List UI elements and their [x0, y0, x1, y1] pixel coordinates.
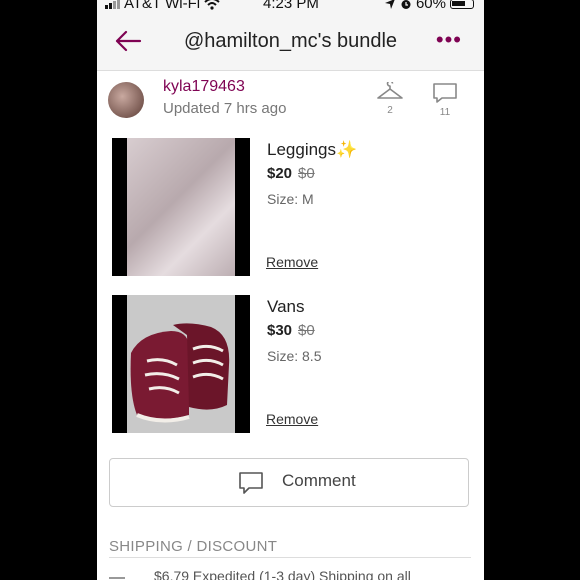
comment-button[interactable]: Comment	[109, 458, 469, 507]
alarm-icon	[401, 0, 411, 9]
nav-header: @hamilton_mc's bundle •••	[97, 14, 484, 71]
page-title: @hamilton_mc's bundle	[183, 30, 398, 52]
sneakers-illustration	[130, 323, 230, 423]
divider	[109, 557, 471, 558]
remove-button[interactable]: Remove	[266, 411, 318, 427]
battery-icon	[450, 0, 474, 9]
more-options-icon[interactable]: •••	[436, 29, 462, 51]
battery-percent: 60%	[415, 0, 446, 12]
comments-stat[interactable]: 11	[431, 82, 459, 118]
comments-count: 11	[439, 107, 451, 118]
shipping-option-icon[interactable]	[109, 577, 125, 579]
likes-count: 2	[387, 105, 393, 116]
comment-label: Comment	[282, 471, 356, 490]
item-name[interactable]: Leggings✨	[267, 140, 357, 160]
price-value: $20	[267, 165, 293, 182]
item-price: $20 $0	[267, 165, 315, 182]
item-size: Size: 8.5	[267, 348, 322, 364]
vans-photo[interactable]	[112, 295, 250, 433]
updated-time: Updated 7 hrs ago	[163, 100, 287, 117]
carrier-group: AT&T Wi-Fi	[105, 0, 220, 12]
leggings-photo[interactable]	[112, 138, 250, 276]
status-right: 60%	[384, 0, 474, 12]
item-name[interactable]: Vans	[267, 297, 305, 317]
signal-icon	[105, 0, 120, 9]
hanger-icon	[377, 80, 403, 99]
app-screen: AT&T Wi-Fi 4:23 PM 60% @hamilton_mc's bu…	[97, 0, 484, 580]
comment-icon	[239, 472, 263, 494]
price-value: $30	[267, 322, 293, 339]
wifi-icon	[204, 0, 220, 10]
avatar[interactable]	[108, 82, 144, 118]
shipping-section-title: SHIPPING / DISCOUNT	[109, 538, 278, 555]
likes-stat[interactable]: 2	[376, 80, 404, 116]
item-size: Size: M	[267, 191, 314, 207]
shipping-option-text: $6.79 Expedited (1-3 day) Shipping on al…	[154, 568, 411, 580]
clock: 4:23 PM	[263, 0, 319, 12]
comment-bubble-icon	[433, 83, 457, 103]
seller-username[interactable]: kyla179463	[163, 78, 245, 96]
original-price: $0	[298, 322, 315, 339]
status-bar: AT&T Wi-Fi 4:23 PM 60%	[97, 0, 484, 14]
carrier-label: AT&T Wi-Fi	[124, 0, 201, 12]
remove-button[interactable]: Remove	[266, 254, 318, 270]
item-price: $30 $0	[267, 322, 315, 339]
original-price: $0	[298, 165, 315, 182]
location-arrow-icon	[384, 0, 395, 9]
